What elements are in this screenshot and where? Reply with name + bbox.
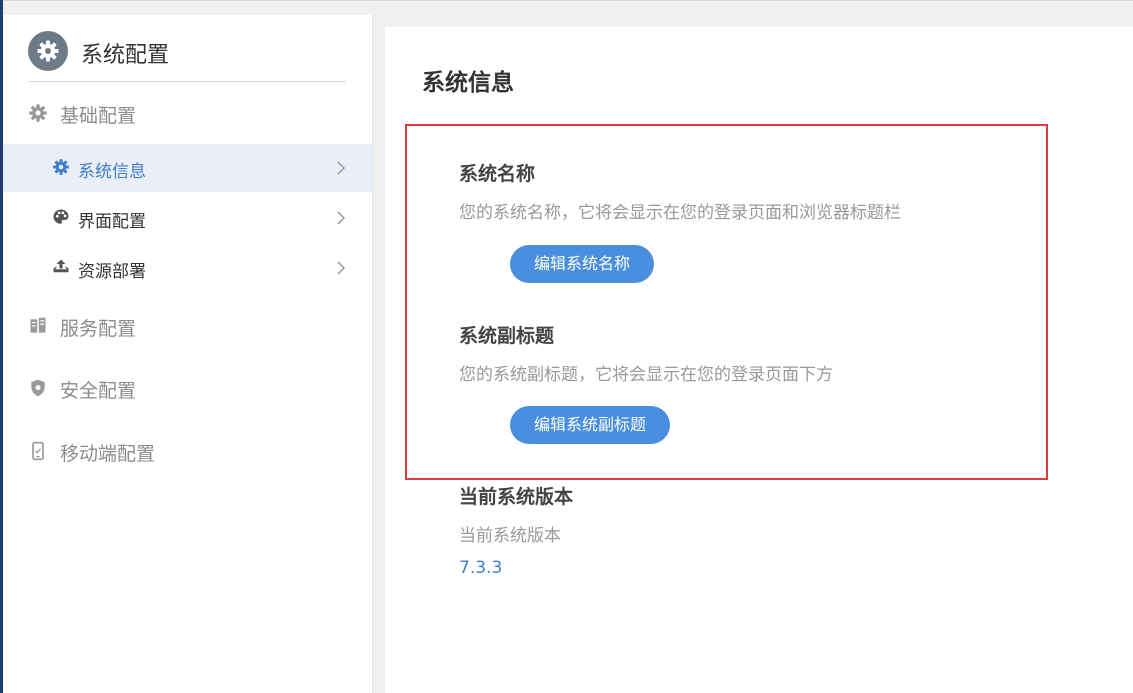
- upload-icon: [52, 258, 72, 278]
- section-desc-system-name: 您的系统名称，它将会显示在您的登录页面和浏览器标题栏: [459, 203, 901, 223]
- sidebar-item-system-info[interactable]: 系统信息: [3, 144, 372, 192]
- page-title: 系统信息: [422, 70, 514, 96]
- gear-icon: [28, 103, 48, 123]
- main-panel: 系统信息 系统名称 您的系统名称，它将会显示在您的登录页面和浏览器标题栏 编辑系…: [385, 27, 1133, 693]
- sidebar-group-basic[interactable]: 基础配置: [3, 93, 372, 133]
- sidebar-group-mobile[interactable]: 移动端配置: [3, 431, 372, 471]
- sidebar-group-label: 移动端配置: [60, 443, 156, 465]
- section-desc-current-version: 当前系统版本: [459, 526, 561, 546]
- chevron-right-icon: [332, 259, 350, 277]
- server-icon: [28, 316, 48, 336]
- edit-system-subtitle-button[interactable]: 编辑系统副标题: [510, 406, 671, 444]
- sidebar-item-label: 系统信息: [78, 162, 146, 182]
- sidebar-item-ui-config[interactable]: 界面配置: [3, 194, 372, 242]
- section-desc-system-subtitle: 您的系统副标题，它将会显示在您的登录页面下方: [459, 365, 833, 385]
- sidebar-header: 系统配置: [28, 31, 346, 82]
- sidebar-item-resource-deploy[interactable]: 资源部署: [3, 244, 372, 292]
- section-title-system-name: 系统名称: [459, 163, 536, 185]
- palette-icon: [52, 208, 72, 228]
- sidebar-group-label: 安全配置: [60, 380, 137, 402]
- chevron-right-icon: [332, 209, 350, 227]
- chevron-right-icon: [332, 159, 350, 177]
- section-title-current-version: 当前系统版本: [459, 486, 574, 508]
- edit-system-name-button[interactable]: 编辑系统名称: [510, 245, 655, 283]
- window-top-border: [0, 0, 1133, 1]
- sidebar-item-label: 资源部署: [78, 262, 146, 282]
- sidebar-item-label: 界面配置: [78, 212, 146, 232]
- sidebar-group-service[interactable]: 服务配置: [3, 306, 372, 346]
- gear-icon: [52, 158, 72, 178]
- sidebar-title: 系统配置: [81, 43, 170, 68]
- version-value: 7.3.3: [459, 558, 503, 578]
- sidebar-group-security[interactable]: 安全配置: [3, 368, 372, 408]
- shield-icon: [28, 378, 48, 398]
- sidebar-group-label: 服务配置: [60, 318, 137, 340]
- section-title-system-subtitle: 系统副标题: [459, 325, 555, 347]
- sidebar-group-label: 基础配置: [60, 105, 137, 127]
- mobile-icon: [28, 441, 48, 461]
- settings-logo-icon: [28, 31, 68, 71]
- sidebar: 系统配置 基础配置 系统信息 界面配置 资源部署 服务配置 安全配置 移动端配置: [3, 15, 373, 693]
